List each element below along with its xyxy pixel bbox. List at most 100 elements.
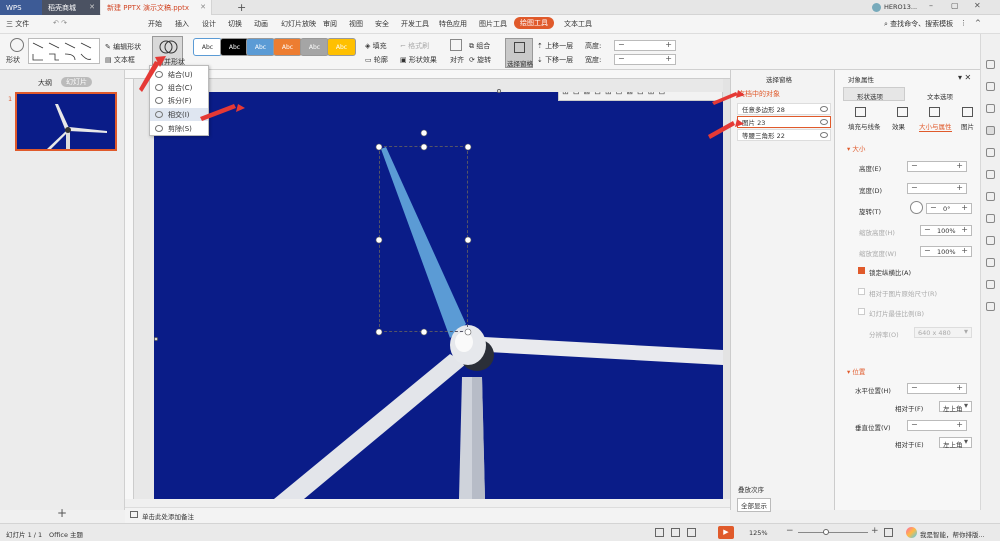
sidebar-doc-icon[interactable] [986, 192, 995, 201]
menu-item-union[interactable]: 结合(U) [150, 68, 208, 81]
menu-item-fragment[interactable]: 拆分(F) [150, 94, 208, 107]
minus-icon[interactable]: − [924, 225, 931, 234]
menu-file[interactable]: 三 文件 [6, 19, 29, 29]
fill-button[interactable]: ◈ 填充 [365, 41, 387, 51]
sidebar-style-icon[interactable] [986, 82, 995, 91]
lock-ratio-checkbox[interactable] [858, 267, 865, 274]
settings-icon[interactable]: ⋮ [960, 19, 967, 27]
style-sample-1[interactable]: Abc [193, 38, 222, 56]
minimize-icon[interactable]: – [929, 1, 933, 10]
plus-icon[interactable]: + [961, 246, 968, 255]
shape-icon[interactable] [10, 38, 24, 52]
plus-icon[interactable]: + [956, 420, 963, 429]
undo-icon[interactable]: ↶ ↷ [53, 19, 67, 27]
sidebar-template-icon[interactable] [986, 148, 995, 157]
selection-pane-button[interactable]: 选择窗格 [505, 38, 533, 68]
menu-transition[interactable]: 切换 [228, 19, 242, 29]
eye-icon[interactable] [820, 132, 828, 138]
text-box-button[interactable]: ▤ 文本框 [105, 55, 135, 65]
align-tools-icon[interactable]: ⊞⊟⊠⊡⊞⊟⊠⊡⊞⊟ [562, 92, 669, 96]
menu-text-tools[interactable]: 文本工具 [564, 19, 592, 29]
menu-developer[interactable]: 开发工具 [401, 19, 429, 29]
merge-shape-button[interactable]: 合并形状 [152, 36, 185, 67]
format-painter-button[interactable]: ⌐ 格式刷 [400, 41, 429, 51]
plus-icon[interactable]: + [956, 161, 963, 170]
plus-icon[interactable]: + [956, 383, 963, 392]
menu-item-intersect[interactable]: 相交(I) [150, 108, 208, 121]
height-field[interactable]: − + [907, 161, 967, 172]
menu-insert[interactable]: 插入 [175, 19, 189, 29]
edit-shape-button[interactable]: ✎ 编辑形状 [105, 42, 141, 52]
h-pos-field[interactable]: − + [907, 383, 967, 394]
close-icon[interactable]: ✕ [200, 3, 206, 11]
tab-text-options[interactable]: 文本选项 [927, 91, 953, 101]
object-item-triangle-22[interactable]: 等腰三角形 22 [737, 129, 831, 141]
minus-icon[interactable]: − [618, 54, 625, 63]
zoom-slider[interactable] [798, 532, 868, 533]
zoom-level[interactable]: 125% [749, 529, 768, 537]
size-property-icon[interactable] [929, 107, 940, 117]
menu-review[interactable]: 审阅 [323, 19, 337, 29]
eye-icon[interactable] [820, 119, 828, 125]
width-field[interactable]: − + [907, 183, 967, 194]
zoom-in-icon[interactable]: + [871, 526, 879, 536]
relative-original-checkbox[interactable] [858, 288, 865, 295]
picture-icon[interactable] [962, 107, 973, 117]
menu-view[interactable]: 视图 [349, 19, 363, 29]
object-item-picture-23[interactable]: 图片 23 [737, 116, 831, 128]
sidebar-chart-icon[interactable] [986, 258, 995, 267]
line-shape-gallery[interactable] [28, 38, 100, 64]
menu-slideshow[interactable]: 幻灯片放映 [281, 19, 316, 29]
v-relative-select[interactable]: 左上角 ▾ [939, 437, 972, 449]
float-align-toolbar[interactable]: ⊞⊟⊠⊡⊞⊟⊠⊡⊞⊟ [558, 92, 723, 101]
outline-button[interactable]: ▭ 轮廓 [365, 55, 388, 65]
plus-icon[interactable]: + [956, 183, 963, 192]
sidebar-image-icon[interactable] [986, 236, 995, 245]
selection-handles[interactable] [154, 92, 723, 499]
slide-thumbnail[interactable] [15, 92, 117, 151]
close-window-icon[interactable]: ✕ [974, 1, 981, 10]
object-item-polygon-28[interactable]: 任意多边形 28 [737, 103, 831, 115]
sidebar-help-icon[interactable] [986, 302, 995, 311]
menu-item-subtract[interactable]: 剪除(S) [150, 122, 208, 135]
slide-handle-top[interactable] [497, 89, 501, 93]
avatar[interactable] [872, 3, 881, 12]
fit-window-icon[interactable] [884, 528, 893, 537]
scale-height-field[interactable]: −100% + [920, 225, 972, 236]
fill-line-icon[interactable] [855, 107, 866, 117]
tab-wps[interactable]: WPS [0, 0, 42, 15]
add-tab-button[interactable]: + [237, 1, 246, 14]
close-icon[interactable]: ✕ [89, 3, 95, 11]
minus-icon[interactable]: − [924, 246, 931, 255]
h-relative-select[interactable]: 左上角 ▾ [939, 401, 972, 413]
search-command[interactable]: ⌕ 查找命令、搜索模板 [884, 19, 953, 29]
tab-document[interactable]: 新建 PPTX 演示文稿.pptx ✕ [101, 0, 212, 15]
pane-dropdown-icon[interactable]: ▾ ✕ [958, 73, 971, 82]
style-sample-2[interactable]: Abc [220, 38, 249, 56]
minus-icon[interactable]: − [911, 383, 918, 392]
style-sample-3[interactable]: Abc [246, 38, 275, 56]
tab-slides[interactable]: 幻灯片 [61, 77, 92, 87]
add-slide-button[interactable]: + [57, 506, 67, 520]
show-all-button[interactable]: 全部显示 [737, 498, 771, 512]
notes-bar[interactable]: 单击此处添加备注 [125, 507, 730, 523]
menu-item-combine[interactable]: 组合(C) [150, 81, 208, 94]
vertical-scrollbar[interactable] [723, 79, 730, 499]
align-label[interactable]: 对齐 [450, 55, 464, 65]
slide-handle-left[interactable] [154, 337, 158, 341]
subtab-effects[interactable]: 效果 [892, 121, 905, 131]
plus-icon[interactable]: + [665, 54, 672, 63]
play-slideshow-icon[interactable]: ▶ [718, 526, 734, 539]
bring-forward-button[interactable]: ⇡ 上移一层 [537, 41, 573, 51]
menu-picture-tools[interactable]: 图片工具 [479, 19, 507, 29]
reading-view-icon[interactable] [687, 528, 696, 537]
menu-design[interactable]: 设计 [202, 19, 216, 29]
rotation-dial-icon[interactable] [910, 201, 923, 214]
sorter-view-icon[interactable] [671, 528, 680, 537]
zoom-out-icon[interactable]: − [786, 526, 794, 536]
menu-drawing-tools[interactable]: 绘图工具 [514, 17, 554, 29]
height-input[interactable]: − + [614, 40, 676, 51]
assistant-text[interactable]: 我是智能，帮你排版... [920, 529, 985, 539]
maximize-icon[interactable]: ▢ [951, 1, 959, 10]
style-sample-6[interactable]: Abc [327, 38, 356, 56]
